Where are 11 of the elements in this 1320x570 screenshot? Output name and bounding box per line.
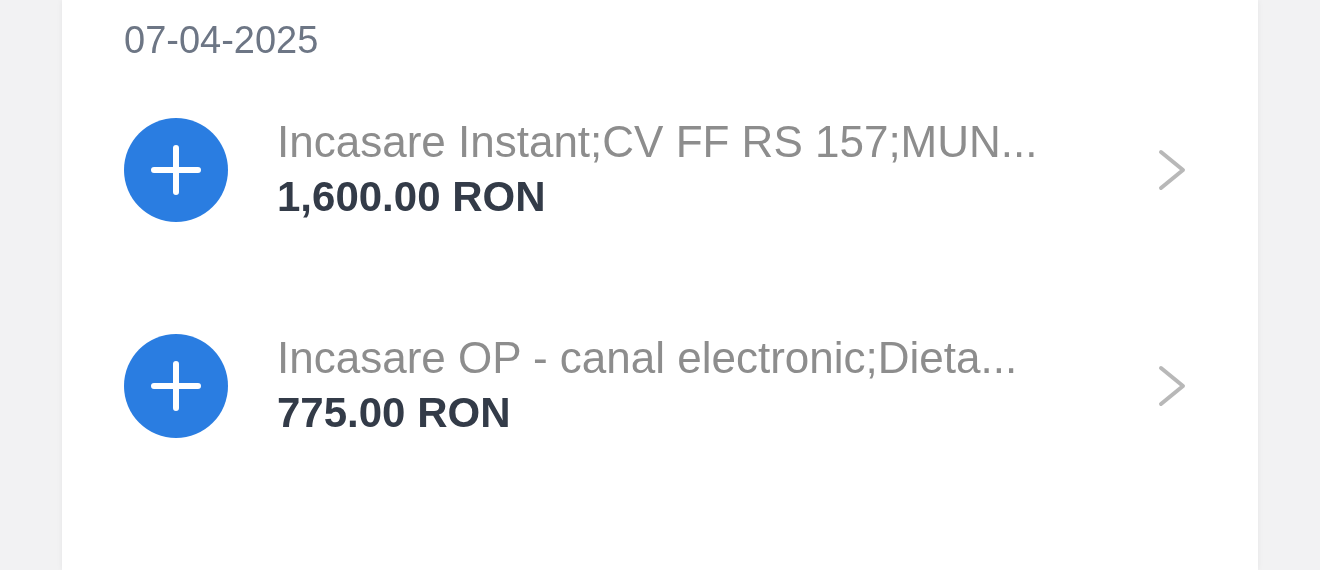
date-heading: 07-04-2025 [124,18,320,62]
transaction-title: Incasare OP - canal electronic;Dieta... [277,332,1018,384]
chevron-icon [1157,364,1187,408]
plus-icon [124,334,228,438]
transaction-title: Incasare Instant;CV FF RS 157;MUN... [277,116,1038,168]
transaction-item[interactable]: Incasare OP - canal electronic;Dieta... 775.00 RON [124,278,1258,494]
chevron-icon [1157,148,1187,192]
transaction-item[interactable]: Incasare Instant;CV FF RS 157;MUN... 1,600.00 RON [124,62,1258,278]
transaction-amount: 775.00 RON [277,388,511,438]
transaction-amount: 1,600.00 RON [277,172,546,222]
plus-icon [124,118,228,222]
